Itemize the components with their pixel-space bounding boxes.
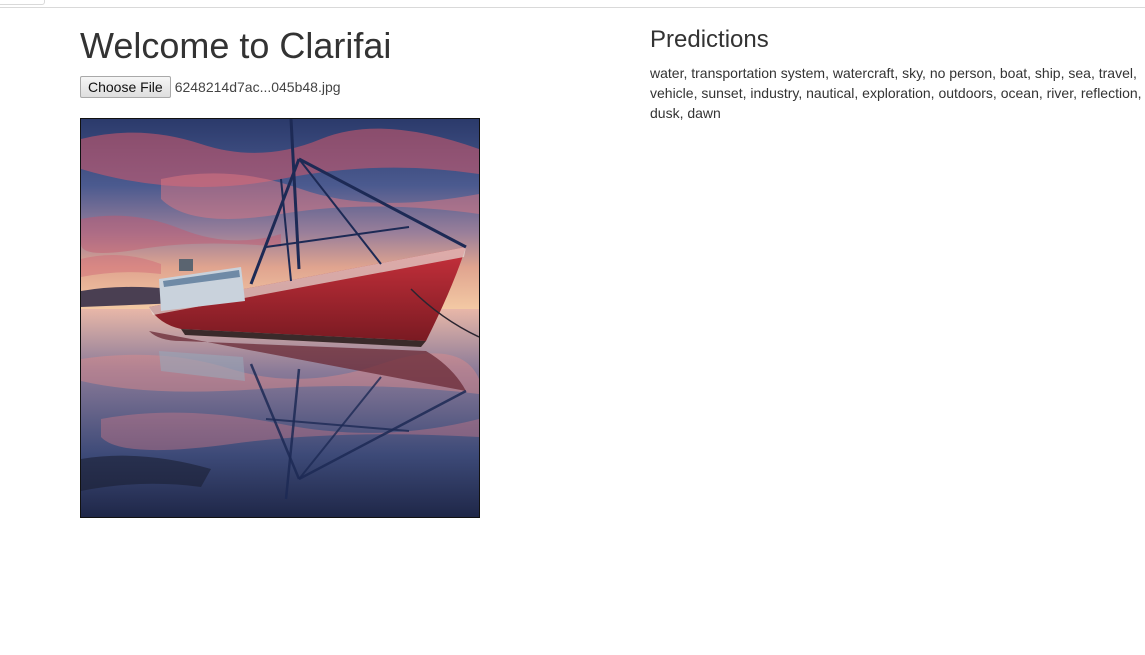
uploaded-photo: [80, 118, 480, 518]
predictions-heading: Predictions: [650, 26, 769, 53]
selected-file-name: 6248214d7ac...045b48.jpg: [174, 79, 341, 95]
predictions-section: Predictions water, transportation system…: [650, 26, 1145, 123]
predictions-list: water, transportation system, watercraft…: [650, 65, 1142, 121]
page-title: Welcome to Clarifai: [80, 25, 392, 66]
choose-file-button[interactable]: Choose File: [80, 76, 171, 98]
browser-top-edge: [0, 0, 1145, 8]
upload-section: Welcome to Clarifai Choose File 6248214d…: [80, 24, 550, 98]
file-input[interactable]: Choose File 6248214d7ac...045b48.jpg: [80, 76, 550, 98]
browser-tab-edge: [0, 0, 45, 5]
